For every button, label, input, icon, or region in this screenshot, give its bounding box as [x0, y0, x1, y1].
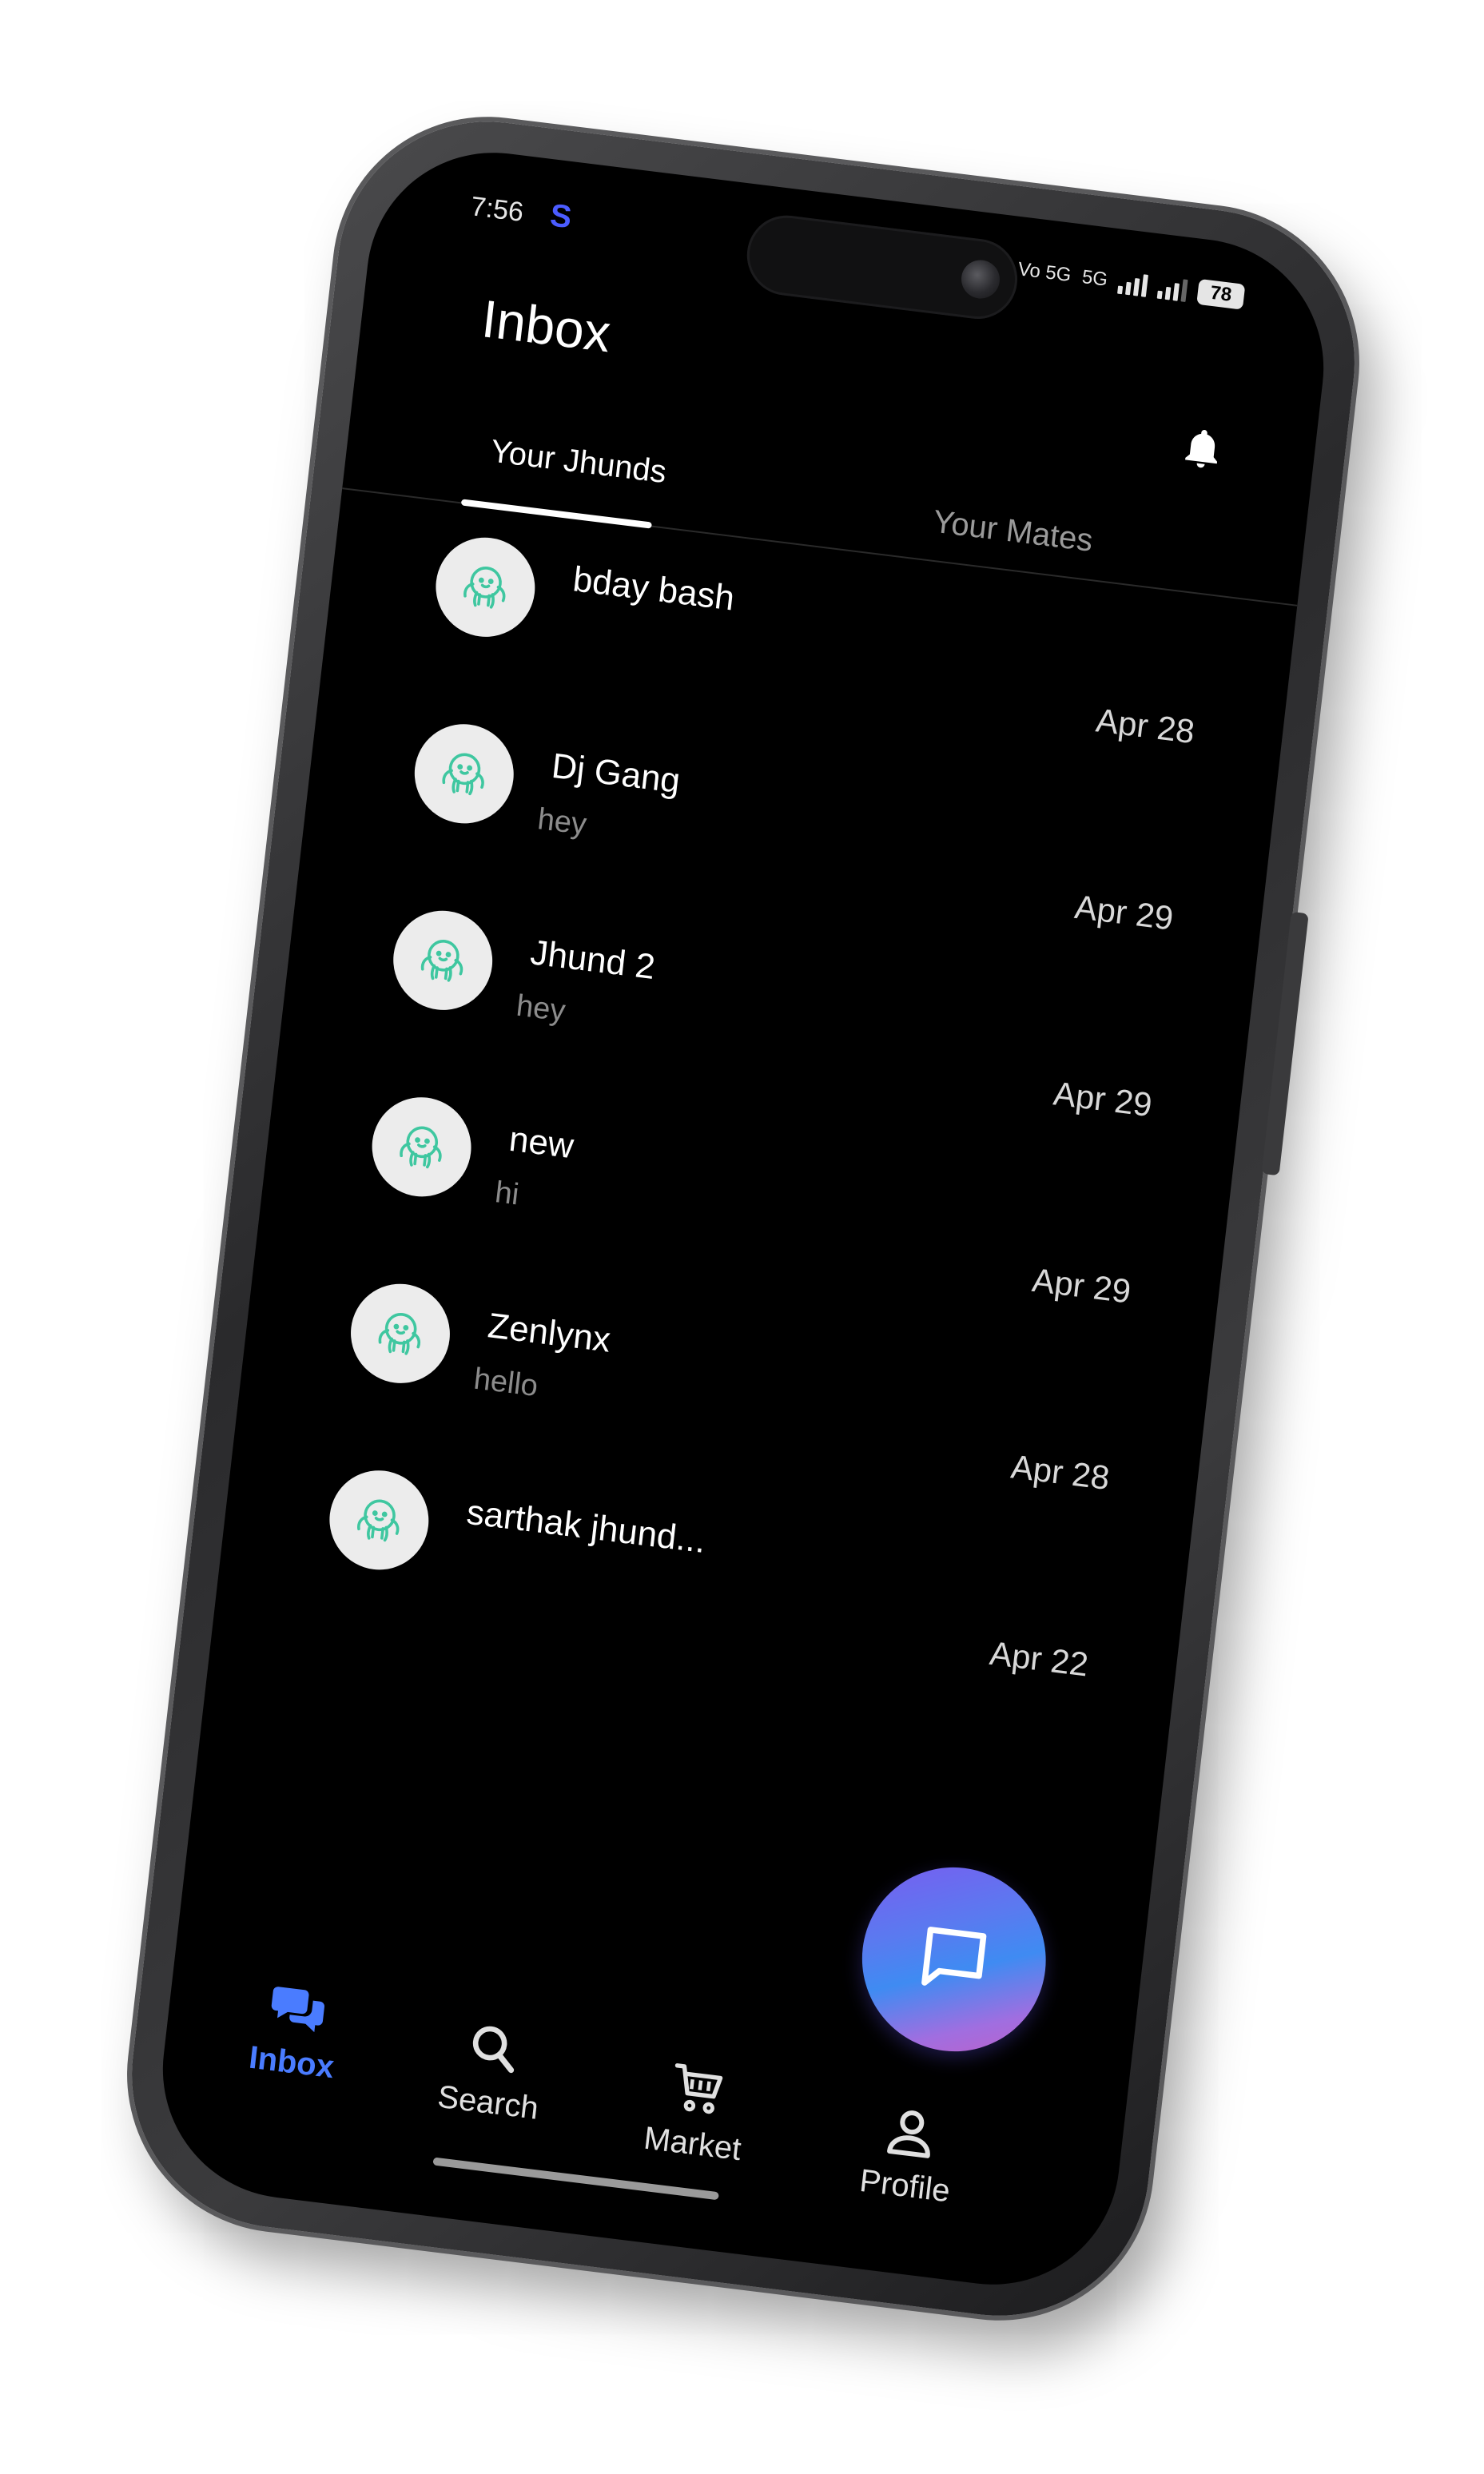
- nav-inbox[interactable]: Inbox: [210, 1970, 380, 2090]
- battery-icon: 78: [1196, 278, 1246, 310]
- conversation-date: Apr 29: [1030, 1260, 1133, 1311]
- conversation-date: Apr 28: [1094, 701, 1197, 751]
- conversation-preview: hey: [514, 988, 567, 1028]
- nav-label: Inbox: [247, 2039, 336, 2086]
- person-icon: [887, 2110, 930, 2158]
- jhund-avatar-icon: [430, 531, 540, 642]
- new-chat-button[interactable]: [852, 1856, 1056, 2062]
- status-time: 7:56: [469, 191, 526, 229]
- conversation-name: sarthak jhund...: [464, 1492, 708, 1561]
- nav-market[interactable]: Market: [611, 2051, 782, 2172]
- dynamic-island: [742, 210, 1022, 324]
- conversation-name: Jhund 2: [528, 933, 658, 988]
- net-5g-label: 5G: [1080, 266, 1109, 291]
- conversation-name: Dj Gang: [549, 746, 682, 801]
- network-label: Vo 5G: [1017, 258, 1072, 287]
- conversation-name: Zenlynx: [486, 1306, 613, 1360]
- jhund-avatar-icon: [388, 905, 498, 1016]
- conversation-preview: hello: [471, 1362, 540, 1404]
- stage: 7:56 S Vo 5G 5G 78 Inbox Your Jhunds You…: [0, 0, 1484, 2474]
- nav-label: Search: [436, 2078, 541, 2126]
- tab-your-mates[interactable]: Your Mates: [892, 499, 1134, 564]
- tab-your-jhunds[interactable]: Your Jhunds: [465, 431, 691, 494]
- nav-label: Profile: [857, 2162, 953, 2209]
- jhund-avatar-icon: [367, 1092, 477, 1203]
- signal-icon: [1117, 270, 1148, 297]
- camera-icon: [959, 257, 1002, 301]
- conversation-name: bday bash: [571, 559, 737, 618]
- page-title: Inbox: [479, 288, 614, 364]
- jhund-avatar-icon: [409, 718, 519, 829]
- conversation-preview: hey: [535, 802, 589, 842]
- cart-icon: [674, 2063, 723, 2114]
- app-indicator-icon: S: [548, 197, 574, 236]
- conversation-name: new: [507, 1119, 576, 1167]
- tab-label: Your Jhunds: [488, 433, 669, 491]
- conversation-date: Apr 28: [1009, 1447, 1112, 1498]
- jhund-avatar-icon: [345, 1278, 456, 1389]
- nav-profile[interactable]: Profile: [823, 2094, 993, 2214]
- conversation-date: Apr 29: [1072, 887, 1176, 937]
- signal-icon-2: [1156, 275, 1188, 302]
- new-chat-icon: [921, 1927, 987, 1986]
- chat-bubbles-icon: [271, 1987, 324, 2033]
- conversation-preview: hi: [493, 1175, 521, 1212]
- jhund-avatar-icon: [324, 1465, 434, 1576]
- status-indicators: Vo 5G 5G 78: [1017, 257, 1246, 310]
- nav-search[interactable]: Search: [407, 2011, 577, 2131]
- bell-icon[interactable]: [1176, 421, 1229, 478]
- tab-active-indicator: [460, 499, 652, 529]
- nav-label: Market: [642, 2120, 743, 2168]
- phone: 7:56 S Vo 5G 5G 78 Inbox Your Jhunds You…: [115, 104, 1371, 2333]
- tab-label: Your Mates: [931, 503, 1095, 559]
- conversation-date: Apr 29: [1051, 1074, 1155, 1124]
- conversation-date: Apr 22: [988, 1633, 1091, 1684]
- search-icon: [472, 2026, 515, 2074]
